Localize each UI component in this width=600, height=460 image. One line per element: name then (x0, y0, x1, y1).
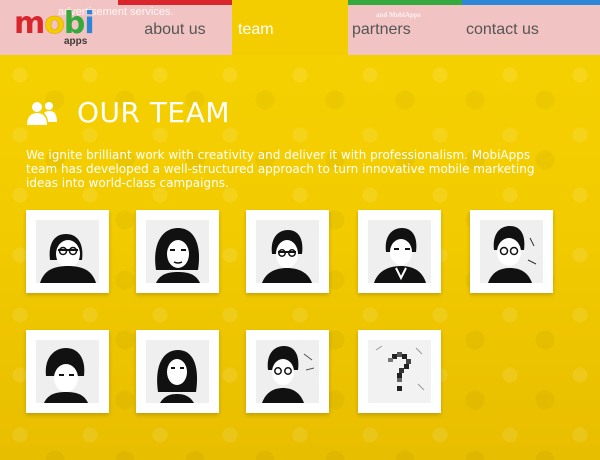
team-member-tile[interactable] (246, 330, 329, 413)
team-member-photo (36, 340, 99, 403)
team-member-photo (36, 220, 99, 283)
team-member-tile[interactable] (26, 330, 109, 413)
team-member-tile[interactable] (246, 210, 329, 293)
nav-partners-label: partners (352, 21, 411, 38)
nav-contact-us[interactable]: contact us (462, 0, 600, 55)
team-member-tile[interactable] (136, 330, 219, 413)
team-member-tile[interactable] (358, 210, 441, 293)
team-member-photo (256, 340, 319, 403)
team-member-tile[interactable] (470, 210, 553, 293)
team-people-icon (27, 102, 57, 125)
team-member-photo (480, 220, 543, 283)
team-member-tile[interactable] (136, 210, 219, 293)
team-member-tile[interactable] (26, 210, 109, 293)
team-member-photo (146, 220, 209, 283)
team-member-photo (368, 220, 431, 283)
question-mark-placeholder (368, 340, 431, 403)
page-title: OUR TEAM (77, 96, 230, 129)
site-header: advertisement services. and MobiApps mob… (0, 0, 600, 55)
mobiapps-logo[interactable]: mobi apps (14, 6, 106, 50)
team-member-photo (146, 340, 209, 403)
question-mark-tile[interactable] (358, 330, 441, 413)
nav-contact-us-label: contact us (466, 21, 539, 38)
nav-about-us[interactable]: about us (118, 0, 232, 55)
team-member-photo (256, 220, 319, 283)
nav-partners[interactable]: partners (348, 0, 462, 55)
nav-about-us-label: about us (144, 21, 206, 38)
nav-team[interactable]: team (232, 0, 348, 55)
logo-apps-text: apps (64, 36, 88, 47)
team-intro-text: We ignite brilliant work with creativity… (26, 148, 535, 190)
nav-team-label: team (238, 21, 274, 38)
